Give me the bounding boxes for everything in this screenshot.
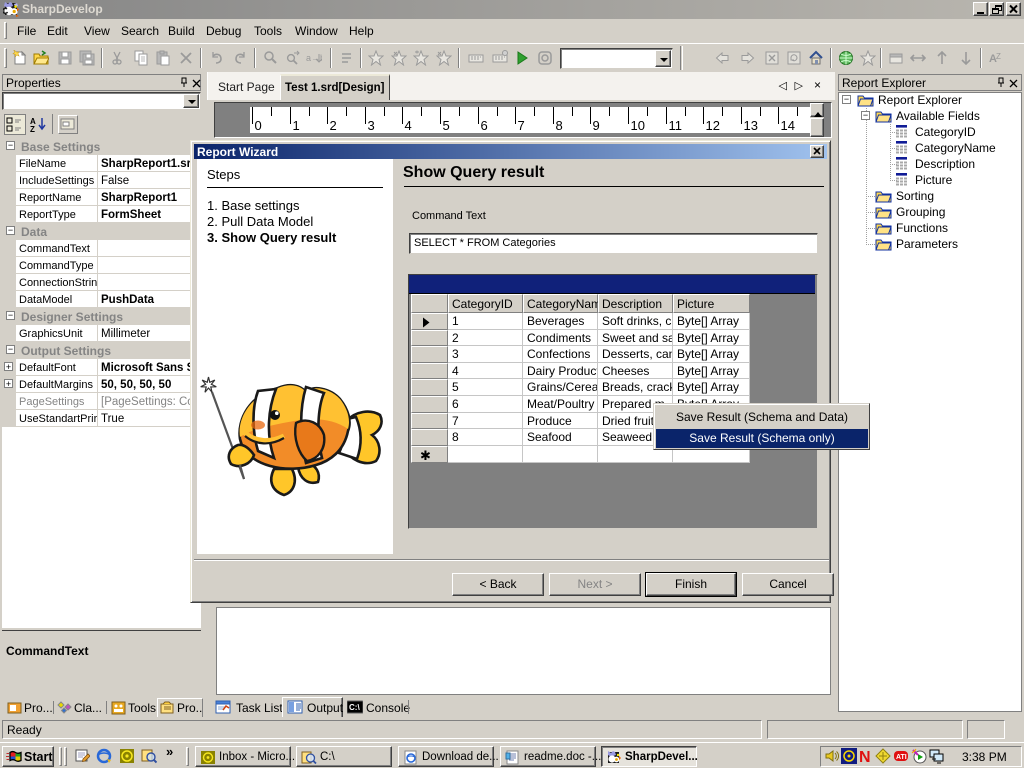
svg-text:C:\: C:\ <box>349 703 360 712</box>
svg-text:0: 0 <box>255 118 262 133</box>
svg-text:Z: Z <box>30 125 35 133</box>
svg-text:9: 9 <box>593 118 600 133</box>
svg-text:8: 8 <box>556 118 563 133</box>
svg-text:12: 12 <box>706 118 720 133</box>
svg-text:6: 6 <box>481 118 488 133</box>
svg-text:Z: Z <box>996 52 1001 61</box>
svg-text:2: 2 <box>330 118 337 133</box>
svg-text:14: 14 <box>781 118 795 133</box>
svg-text:ATI: ATI <box>896 754 907 761</box>
svg-text:13: 13 <box>744 118 758 133</box>
svg-text:4: 4 <box>405 118 412 133</box>
svg-text:7: 7 <box>518 118 525 133</box>
svg-text:1: 1 <box>293 118 300 133</box>
svg-text:N: N <box>859 749 871 764</box>
svg-text:5: 5 <box>443 118 450 133</box>
svg-text:11: 11 <box>669 118 683 133</box>
svg-text:3: 3 <box>368 118 375 133</box>
svg-text:10: 10 <box>631 118 645 133</box>
